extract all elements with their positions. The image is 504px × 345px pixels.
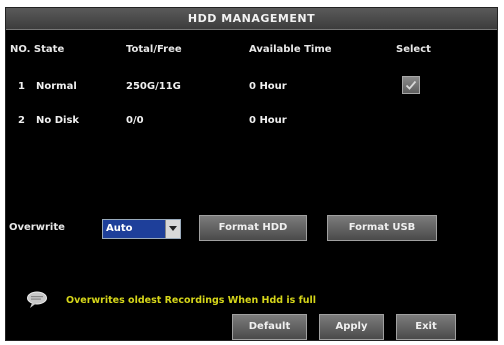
header-select: Select: [396, 44, 431, 55]
overwrite-info-text: Overwrites oldest Recordings When Hdd is…: [66, 295, 317, 306]
row-no: 2: [18, 115, 25, 126]
hdd-management-dialog: HDD MANAGEMENT NO. State Total/Free Avai…: [5, 7, 498, 341]
row-available-time: 0 Hour: [249, 81, 287, 92]
header-total-free: Total/Free: [126, 44, 182, 55]
info-bubble-icon: [27, 291, 47, 308]
dropdown-arrow-icon[interactable]: [165, 220, 180, 238]
dialog-title: HDD MANAGEMENT: [6, 8, 497, 30]
default-button[interactable]: Default: [232, 314, 307, 340]
row-no: 1: [18, 81, 25, 92]
overwrite-label: Overwrite: [9, 222, 65, 233]
format-hdd-button[interactable]: Format HDD: [199, 215, 307, 241]
select-checkbox[interactable]: [402, 76, 420, 94]
overwrite-select[interactable]: Auto: [102, 219, 181, 239]
overwrite-value: Auto: [106, 223, 133, 234]
checkmark-icon: [405, 80, 417, 90]
exit-button[interactable]: Exit: [396, 314, 456, 340]
apply-button[interactable]: Apply: [319, 314, 384, 340]
format-usb-button[interactable]: Format USB: [327, 215, 437, 241]
header-no-state: NO. State: [10, 44, 65, 55]
row-state: No Disk: [36, 115, 80, 126]
row-state: Normal: [36, 81, 77, 92]
row-total-free: 250G/11G: [126, 81, 181, 92]
header-available-time: Available Time: [249, 44, 332, 55]
row-total-free: 0/0: [126, 115, 144, 126]
row-available-time: 0 Hour: [249, 115, 287, 126]
